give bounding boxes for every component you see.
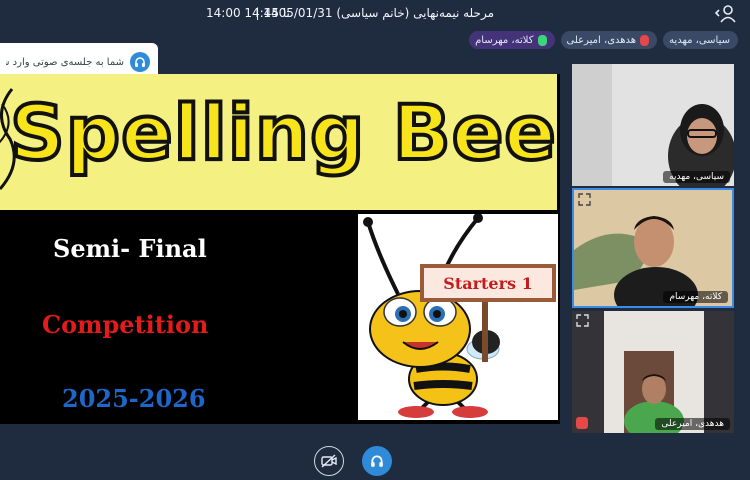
participant-name: هدهدی، امیرعلی [655,418,730,430]
speaker-chip[interactable]: سیاسی، مهدیه [663,31,738,49]
bee-icon [363,214,500,418]
banner-title: Spelling Bee [8,86,558,179]
camera-off-icon [321,454,337,468]
speaker-name: کلاته، مهرسام [475,34,534,46]
slide-line-competition: Competition [42,310,209,339]
user-icon [714,5,736,23]
speaker-chip[interactable]: هدهدی، امیرعلی [560,31,658,49]
participant-tile[interactable]: سیاسی، مهدیه [572,64,734,186]
slide-line-semifinal: Semi- Final [53,234,207,263]
speaker-name: هدهدی، امیرعلی [566,34,637,46]
participant-tile-active[interactable]: کلاته، مهرسام [572,188,734,308]
participant-name: کلاته، مهرسام [663,291,728,303]
expand-icon[interactable] [578,193,591,206]
bee-sign: Starters 1 [420,264,556,302]
expand-icon[interactable] [576,314,589,327]
bee-illustration: Starters 1 [358,214,558,420]
slide-line-year: 2025-2026 [62,384,206,413]
participant-video [572,64,734,186]
camera-toggle-button[interactable] [314,446,344,476]
audio-button[interactable] [362,446,392,476]
spelling-bee-banner: Spelling Bee [0,74,558,210]
headphones-icon [130,52,150,72]
participant-video [572,311,734,433]
participant-tile[interactable]: هدهدی، امیرعلی [572,311,734,433]
user-settings-button[interactable] [714,4,736,24]
headphones-icon [371,455,383,467]
mic-active-icon [537,34,547,46]
speaker-list: سیاسی، مهدیه هدهدی، امیرعلی کلاته، مهرسا… [469,31,738,49]
meeting-time: 14:00 تا 14:45 [206,6,290,20]
mic-muted-icon [576,417,588,429]
speaker-chip-active[interactable]: کلاته، مهرسام [469,31,555,49]
meeting-title: مرحله نیمه‌نهایی (خانم سیاسی) 1405/01/31… [255,6,494,20]
presentation-slide: Spelling Bee Semi- Final Competition 202… [0,74,560,424]
mic-muted-icon [640,34,650,46]
toast-message: شما به جلسه‌ی صوتی وارد شدید [6,56,124,68]
participant-name: سیاسی، مهدیه [663,171,730,183]
participant-video [574,190,732,306]
speaker-name: سیاسی، مهدیه [669,34,730,46]
top-bar: مرحله نیمه‌نهایی (خانم سیاسی) 1405/01/31… [0,0,750,28]
